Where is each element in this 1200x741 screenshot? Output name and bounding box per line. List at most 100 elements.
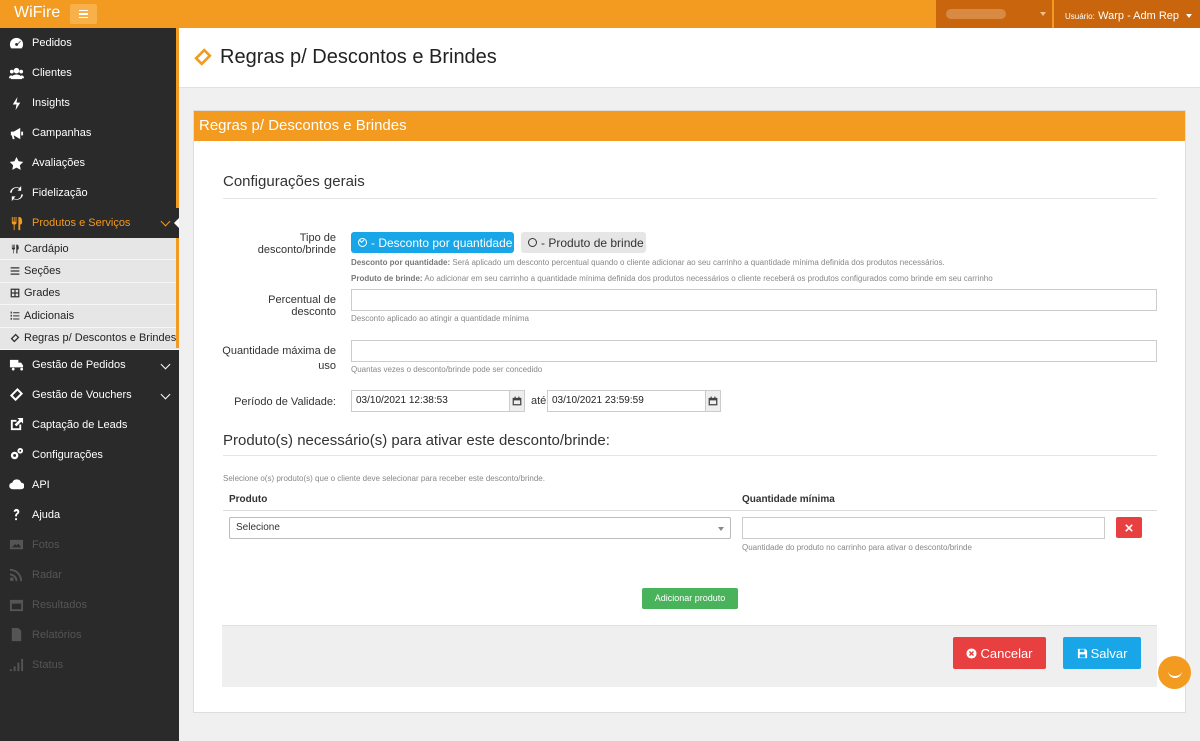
periodo-label: Período de Validade: xyxy=(234,396,336,408)
cancel-label: Cancelar xyxy=(980,645,1033,661)
submenu-item-label: Cardápio xyxy=(24,242,69,255)
sidebar-item-label: Insights xyxy=(32,97,70,109)
sidebar-item-label: Captação de Leads xyxy=(32,418,128,431)
sidebar-item-gestao-vouchers[interactable]: Gestão de Vouchers xyxy=(0,380,179,410)
cancel-button[interactable]: Cancelar xyxy=(953,637,1046,669)
percentual-help: Desconto aplicado ao atingir a quantidad… xyxy=(351,314,529,323)
qty-min-input[interactable] xyxy=(742,517,1105,539)
image-icon xyxy=(0,537,32,552)
sidebar-item-avaliacoes[interactable]: Avaliações xyxy=(0,148,179,178)
calendar-button[interactable] xyxy=(509,390,525,412)
periodo-end-group: 03/10/2021 23:59:59 xyxy=(547,390,721,412)
star-icon xyxy=(0,156,32,171)
submenu-item-grades[interactable]: Grades xyxy=(0,282,179,306)
section-general-title: Configurações gerais xyxy=(223,173,365,190)
megaphone-icon xyxy=(0,126,32,141)
remove-product-button[interactable] xyxy=(1116,517,1142,538)
sidebar-item-ajuda[interactable]: Ajuda xyxy=(0,500,179,530)
sidebar-item-label: Gestão de Pedidos xyxy=(32,358,126,371)
sidebar-item-status[interactable]: Status xyxy=(0,650,179,680)
product-select[interactable]: Selecione xyxy=(229,517,731,539)
bolt-icon xyxy=(0,96,32,111)
ticket-icon xyxy=(0,387,32,402)
list-icon xyxy=(10,267,20,275)
top-navbar: WiFire Usuário: Warp - Adm Rep xyxy=(0,0,1200,28)
submenu-item-label: Regras p/ Descontos e Brindes xyxy=(24,332,177,345)
sidebar-item-label: Configurações xyxy=(32,448,103,461)
sidebar-item-label: Radar xyxy=(32,568,62,581)
sidebar-item-label: Avaliações xyxy=(32,157,85,169)
calendar-button[interactable] xyxy=(705,390,721,412)
divider xyxy=(223,198,1157,199)
users-icon xyxy=(0,66,32,81)
page-header: Regras p/ Descontos e Brindes xyxy=(179,28,1200,88)
sidebar: Pedidos Clientes Insights Campanhas Aval… xyxy=(0,28,179,741)
col-qty-header: Quantidade mínima xyxy=(742,494,835,505)
section-products-title: Produto(s) necessário(s) para ativar est… xyxy=(223,432,610,449)
submenu-item-cardapio[interactable]: Cardápio xyxy=(0,238,179,261)
submenu-item-secoes[interactable]: Seções xyxy=(0,260,179,283)
sidebar-item-label: Campanhas xyxy=(32,127,92,139)
calendar-icon xyxy=(512,396,522,406)
cogs-icon xyxy=(0,447,32,462)
sidebar-item-relatorios[interactable]: Relatórios xyxy=(0,620,179,650)
refresh-icon xyxy=(0,185,32,201)
submenu-item-label: Adicionais xyxy=(24,309,75,322)
sidebar-item-label: Fotos xyxy=(32,538,60,551)
sidebar-item-api[interactable]: API xyxy=(0,470,179,500)
sidebar-item-gestao-pedidos[interactable]: Gestão de Pedidos xyxy=(0,350,179,380)
sidebar-item-produtos-servicos[interactable]: Produtos e Serviços xyxy=(0,208,179,238)
help-bold: Produto de brinde: xyxy=(351,274,423,283)
ticket-icon xyxy=(10,333,20,343)
ticket-icon xyxy=(194,48,212,66)
sidebar-item-pedidos[interactable]: Pedidos xyxy=(0,28,179,58)
sidebar-item-label: Gestão de Vouchers xyxy=(32,388,132,401)
truck-icon xyxy=(0,357,32,372)
menu-toggle-button[interactable] xyxy=(70,4,97,24)
radio-label: - Desconto por quantidade xyxy=(371,235,513,250)
sidebar-item-fotos[interactable]: Fotos xyxy=(0,530,179,560)
close-icon xyxy=(1125,523,1133,532)
periodo-start-input[interactable]: 03/10/2021 12:38:53 xyxy=(351,390,509,412)
sidebar-item-fidelizacao[interactable]: Fidelização xyxy=(0,178,179,208)
sidebar-item-label: Status xyxy=(32,658,64,671)
submenu-item-regras[interactable]: Regras p/ Descontos e Brindes xyxy=(0,327,179,350)
radio-check-icon xyxy=(358,238,367,247)
calendar-icon xyxy=(708,396,718,406)
hamburger-icon-line xyxy=(79,13,88,15)
add-product-button[interactable]: Adicionar produto xyxy=(642,588,738,609)
sidebar-item-label: Ajuda xyxy=(32,508,61,521)
select-value: Selecione xyxy=(236,522,280,533)
sidebar-item-label: API xyxy=(32,478,50,491)
main-content: Regras p/ Descontos e Brindes Regras p/ … xyxy=(179,28,1200,741)
chat-widget-button[interactable] xyxy=(1158,656,1191,689)
sidebar-item-resultados[interactable]: Resultados xyxy=(0,590,179,620)
file-icon xyxy=(0,627,32,642)
store-selector[interactable] xyxy=(936,0,1052,28)
sidebar-item-configuracoes[interactable]: Configurações xyxy=(0,440,179,470)
sidebar-item-insights[interactable]: Insights xyxy=(0,88,179,118)
page-title: Regras p/ Descontos e Brindes xyxy=(220,46,497,68)
cutlery-icon xyxy=(11,244,19,254)
periodo-end-input[interactable]: 03/10/2021 23:59:59 xyxy=(547,390,705,412)
rules-panel: Regras p/ Descontos e Brindes Configuraç… xyxy=(193,110,1186,713)
caret-down-icon xyxy=(1040,12,1046,16)
sidebar-item-campanhas[interactable]: Campanhas xyxy=(0,118,179,148)
save-button[interactable]: Salvar xyxy=(1063,637,1141,669)
smile-icon xyxy=(1167,671,1182,678)
sidebar-item-captacao-leads[interactable]: Captação de Leads xyxy=(0,410,179,440)
sidebar-item-radar[interactable]: Radar xyxy=(0,560,179,590)
submenu-item-adicionais[interactable]: Adicionais xyxy=(0,305,179,328)
sidebar-item-clientes[interactable]: Clientes xyxy=(0,58,179,88)
submenu-produtos: Cardápio Seções Grades Adicionais Regras… xyxy=(0,238,179,350)
user-prefix: Usuário: xyxy=(1065,12,1095,21)
sidebar-item-label: Produtos e Serviços xyxy=(32,217,131,229)
radio-produto-brinde[interactable]: - Produto de brinde xyxy=(521,232,646,253)
radio-desconto-quantidade[interactable]: - Desconto por quantidade xyxy=(351,232,514,253)
rss-icon xyxy=(0,567,32,582)
percentual-input[interactable] xyxy=(351,289,1157,311)
brand-logo[interactable]: WiFire xyxy=(14,4,60,22)
user-menu[interactable]: Usuário: Warp - Adm Rep xyxy=(1054,0,1200,28)
qtd-max-input[interactable] xyxy=(351,340,1157,362)
products-help: Selecione o(s) produto(s) que o cliente … xyxy=(223,474,545,483)
